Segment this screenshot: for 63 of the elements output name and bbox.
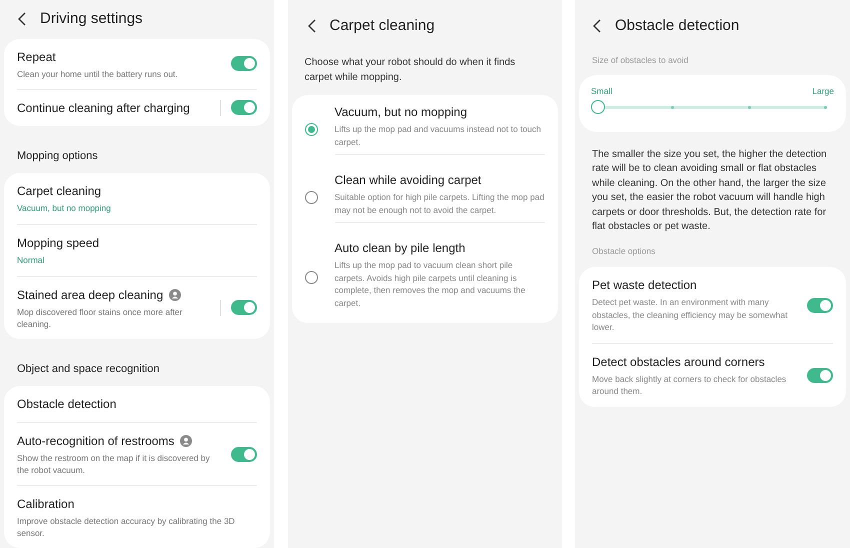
toggle-switch[interactable]: [231, 300, 257, 315]
option-description: Lifts up the mop pad and vacuums instead not to touch carpet.: [334, 123, 542, 148]
settings-item[interactable]: Auto-recognition of restrooms Show the restroom on the map if it is discovered by the robot vacuum.: [17, 422, 257, 485]
item-description: Mop discovered floor stains once more after cleaning.: [17, 306, 184, 330]
option-description: Lifts up the mop pad to vacuum clean short pile carpets. Avoids high pile carpets until cleaning is complete, then removes the mop and vacuums the carpet.: [334, 259, 526, 309]
item-title: Stained area deep cleaning: [17, 286, 164, 304]
toggle-switch[interactable]: [231, 100, 257, 115]
item-title: Auto-recognition of restrooms: [17, 433, 174, 450]
back-icon[interactable]: [18, 12, 26, 26]
item-title: Pet waste detection: [592, 277, 698, 294]
item-title: Detect obstacles around corners: [592, 354, 766, 371]
option-row[interactable]: Clean while avoiding carpet Suitable option for high pile carpets. Lifting the mop pad may not be enough not to avoid the carpet.: [304, 163, 544, 231]
radio-button[interactable]: [304, 270, 318, 284]
intro-text: Choose what your robot should do when it finds carpet while mopping.: [304, 56, 516, 85]
person-icon: [180, 435, 192, 447]
slider-max-label: Large: [812, 84, 834, 98]
settings-item[interactable]: Pet waste detection Detect pet waste. In an environment with many obstacles, the cleaning efficiency may be somewhat lower.: [592, 267, 833, 343]
radio-button[interactable]: [304, 122, 318, 136]
option-row[interactable]: Vacuum, but no mopping Lifts up the mop pad and vacuums instead not to touch carpet.: [304, 95, 544, 163]
settings-item[interactable]: Mopping speed Normal: [17, 224, 257, 276]
toggle-switch[interactable]: [807, 368, 833, 383]
option-title: Auto clean by pile length: [334, 240, 466, 257]
back-icon[interactable]: [308, 19, 316, 33]
section-label: Size of obstacles to avoid: [591, 54, 690, 67]
person-icon: [169, 288, 182, 300]
item-value: Vacuum, but no mopping: [17, 202, 112, 215]
settings-item[interactable]: Repeat Clean your home until the battery runs out.: [17, 38, 257, 88]
toggle-switch[interactable]: [807, 298, 833, 312]
screen-title: Carpet cleaning: [330, 16, 435, 36]
item-value: Normal: [17, 254, 46, 266]
option-row[interactable]: Auto clean by pile length Lifts up the mop pad to vacuum clean short pile carpets. Avoids high pile carpets until cleaning is complete, then removes the mop and vacuums the carpet.: [304, 231, 544, 323]
toggle-switch[interactable]: [231, 446, 257, 462]
item-title: Continue cleaning after charging: [17, 100, 190, 116]
item-description: Improve obstacle detection accuracy by calibrating the 3D sensor.: [17, 515, 236, 539]
settings-item[interactable]: Detect obstacles around corners Move back slightly at corners to check for obstacles around them.: [592, 342, 833, 407]
item-description: Detect pet waste. In an environment with many obstacles, the cleaning efficiency may be somewhat lower.: [592, 296, 788, 334]
section-label: Obstacle options: [591, 244, 656, 258]
screen-title: Driving settings: [40, 9, 143, 29]
explanation-text: The smaller the size you set, the higher the detection rate will be to clean avoiding small or flat obstacles while cleaning. On the other hand, the larger the size you set, the easier the robot vacuum will handle high carpets or door thresholds. But, the detection rate for flat obstacles or pet waste.: [591, 148, 828, 234]
item-description: Show the restroom on the map if it is discovered by the robot vacuum.: [17, 452, 211, 476]
item-title: Mopping speed: [17, 234, 100, 252]
item-title: Repeat: [17, 48, 56, 66]
item-description: Move back slightly at corners to check for obstacles around them.: [592, 372, 788, 398]
item-title: Calibration: [17, 496, 74, 513]
toggle-switch[interactable]: [231, 56, 257, 71]
back-icon[interactable]: [593, 19, 601, 33]
radio-button[interactable]: [304, 190, 318, 204]
settings-item[interactable]: Calibration Improve obstacle detection accuracy by calibrating the 3D sensor.: [17, 485, 257, 548]
option-title: Vacuum, but no mopping: [334, 104, 468, 121]
item-title: Obstacle detection: [17, 396, 116, 413]
option-description: Suitable option for high pile carpets. Lifting the mop pad may not be enough not to avoid the carpet.: [334, 191, 544, 216]
settings-item[interactable]: Carpet cleaning Vacuum, but no mopping: [17, 173, 257, 224]
item-description: Clean your home until the battery runs out.: [17, 68, 179, 80]
settings-item[interactable]: Obstacle detection: [17, 386, 257, 422]
slider-min-label: Small: [591, 84, 612, 98]
section-header: Mopping options: [16, 148, 99, 164]
screen-title: Obstacle detection: [615, 16, 740, 36]
item-title: Carpet cleaning: [17, 183, 102, 200]
slider-thumb[interactable]: [591, 100, 605, 114]
section-header: Object and space recognition: [16, 362, 160, 376]
option-title: Clean while avoiding carpet: [334, 172, 482, 189]
settings-item[interactable]: Continue cleaning after charging: [17, 88, 257, 126]
settings-item[interactable]: Stained area deep cleaning Mop discovered floor stains once more after cleaning.: [17, 276, 257, 338]
